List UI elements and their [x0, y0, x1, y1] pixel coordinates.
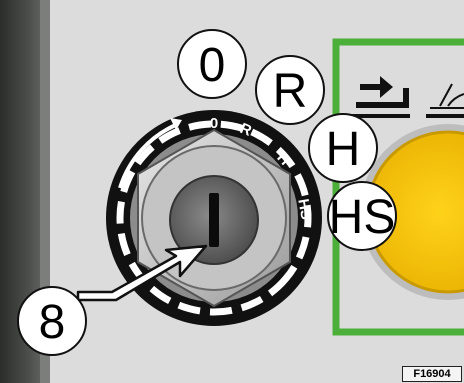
key-slot-icon — [209, 193, 219, 247]
callout-position-h: H — [308, 113, 378, 183]
figure-canvas: 0 R H HS 0 R H HS 8 — [0, 0, 464, 383]
key-switch-figure: 0 R H HS 0 R H HS 8 F16904 — [0, 0, 464, 383]
svg-text:0: 0 — [199, 39, 226, 92]
svg-text:HS: HS — [329, 191, 396, 244]
ring-label-hs: HS — [294, 197, 314, 220]
callout-position-r: R — [255, 55, 325, 125]
ring-label-0: 0 — [210, 115, 218, 132]
callout-position-0: 0 — [177, 29, 247, 99]
callout-position-hs: HS — [327, 181, 397, 251]
svg-text:R: R — [273, 65, 308, 118]
svg-text:8: 8 — [39, 296, 66, 349]
svg-text:H: H — [326, 123, 361, 176]
figure-code-label: F16904 — [402, 366, 462, 382]
callout-item-8: 8 — [17, 286, 87, 356]
